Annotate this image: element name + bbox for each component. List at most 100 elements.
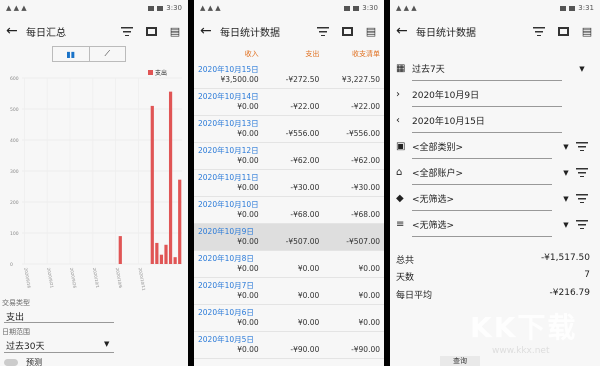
row-date: 2020年10月10日: [198, 200, 259, 209]
chart-type-toggle: ▮▮ ⟋: [52, 46, 126, 62]
row-amounts: ¥0.00 ¥0.00 ¥0.00: [198, 264, 380, 273]
app-bar: ← 每日汇总 ▤: [0, 16, 188, 46]
date-to-underline: [412, 132, 562, 133]
x-tick-label: 2020/9/21: [46, 267, 55, 289]
row-expense: ¥0.00: [297, 291, 320, 300]
status-icons-left: ▲ ▲ ▲: [6, 4, 27, 12]
total-value: -¥1,517.50: [540, 253, 590, 263]
row-income: ¥0.00: [237, 264, 259, 273]
category-select[interactable]: ▣ <全部类别> ▼: [396, 140, 590, 153]
tag-icon: ◆: [396, 193, 404, 204]
print-icon[interactable]: ▤: [168, 24, 182, 38]
list-item[interactable]: 2020年10月5日 ¥0.00 -¥90.00 -¥90.00: [194, 332, 384, 359]
image-icon[interactable]: [144, 24, 158, 38]
row-amounts: ¥0.00 -¥30.00 -¥30.00: [198, 183, 380, 192]
bar-chart-icon[interactable]: ▮▮: [53, 47, 90, 61]
y-tick-label: 0: [10, 262, 13, 268]
forecast-toggle[interactable]: [4, 359, 18, 366]
range-select[interactable]: 过去30天: [6, 339, 44, 352]
bar[interactable]: [159, 254, 164, 264]
bar[interactable]: [173, 257, 177, 264]
filter-icon[interactable]: [574, 194, 590, 203]
bar[interactable]: [164, 244, 168, 264]
row-amounts: ¥0.00 ¥0.00 ¥0.00: [198, 291, 380, 300]
x-tick-label: 2020/10/11: [138, 267, 147, 291]
print-icon[interactable]: ▤: [364, 24, 378, 38]
bar[interactable]: [150, 105, 154, 265]
bar[interactable]: [118, 236, 122, 264]
list-item[interactable]: 2020年10月12日 ¥0.00 -¥62.00 -¥62.00: [194, 143, 384, 170]
list-item[interactable]: 2020年10月15日 ¥3,500.00 -¥272.50 ¥3,227.50: [194, 62, 384, 89]
x-tick-label: 2020/10/1: [92, 267, 101, 289]
chevron-right-icon: ›: [396, 89, 400, 100]
list-item[interactable]: 2020年10月8日 ¥0.00 ¥0.00 ¥0.00: [194, 251, 384, 278]
list-item[interactable]: 2020年10月6日 ¥0.00 ¥0.00 ¥0.00: [194, 305, 384, 332]
y-tick-label: 100: [10, 231, 19, 237]
tag-select[interactable]: ◆ <无筛选> ▼: [396, 192, 590, 205]
row-income: ¥0.00: [237, 210, 259, 219]
status-time: 3:30: [362, 4, 378, 12]
filter-icon[interactable]: [532, 24, 546, 38]
app-bar: ← 每日统计数据 ▤: [390, 16, 600, 46]
daily-expense-chart: 600 500 400 300 200 100 0 2020/9/16 2020/9/21 202…: [10, 72, 186, 297]
filter-icon[interactable]: [120, 24, 134, 38]
image-icon[interactable]: [340, 24, 354, 38]
filter-icon[interactable]: [574, 168, 590, 177]
daily-summary-screen: ▲ ▲ ▲ 3:30 ← 每日汇总 ▤ ▮▮ ⟋ 支出 600 500 400 300…: [0, 0, 188, 366]
account-select[interactable]: ⌂ <全部账户> ▼: [396, 166, 590, 179]
col-expense: 支出: [305, 50, 320, 58]
bar[interactable]: [155, 242, 159, 264]
row-expense: ¥0.00: [297, 264, 320, 273]
col-income: 收入: [244, 50, 259, 58]
status-select[interactable]: ≡ <无筛选> ▼: [396, 218, 590, 231]
page-title: 每日统计数据: [220, 27, 280, 39]
row-income: ¥0.00: [237, 156, 259, 165]
back-arrow-icon[interactable]: ←: [200, 23, 220, 39]
battery-icon: [353, 5, 360, 11]
status-underline: [412, 236, 552, 237]
period-value: 过去7天: [412, 65, 445, 75]
x-tick-label: 2020/9/16: [23, 267, 32, 289]
page-title: 每日汇总: [26, 27, 66, 39]
query-button[interactable]: 查询: [440, 356, 480, 366]
row-expense: -¥90.00: [290, 345, 320, 354]
back-arrow-icon[interactable]: ←: [6, 23, 26, 39]
filter-icon[interactable]: [574, 220, 590, 229]
print-icon[interactable]: ▤: [580, 24, 594, 38]
row-balance: ¥0.00: [358, 318, 381, 327]
account-underline: [412, 184, 552, 185]
list-item[interactable]: 2020年10月11日 ¥0.00 -¥30.00 -¥30.00: [194, 170, 384, 197]
status-icons-left: ▲ ▲ ▲: [200, 4, 221, 12]
line-chart-icon[interactable]: ⟋: [90, 47, 126, 61]
calendar-icon: ▦: [396, 63, 406, 74]
category-value: <全部类别>: [412, 143, 464, 153]
bar[interactable]: [168, 91, 173, 264]
period-select[interactable]: ▦ 过去7天 ▼: [396, 62, 590, 75]
back-arrow-icon[interactable]: ←: [396, 23, 416, 39]
status-time: 3:30: [166, 4, 182, 12]
battery-icon: [569, 5, 576, 11]
list-item[interactable]: 2020年10月7日 ¥0.00 ¥0.00 ¥0.00: [194, 278, 384, 305]
list-item[interactable]: 2020年10月10日 ¥0.00 -¥68.00 -¥68.00: [194, 197, 384, 224]
x-tick-label: 2020/9/26: [69, 267, 78, 289]
status-bar: ▲ ▲ ▲ 3:31: [390, 0, 600, 16]
row-amounts: ¥0.00 -¥68.00 -¥68.00: [198, 210, 380, 219]
row-balance: -¥556.00: [346, 129, 381, 138]
filter-icon[interactable]: [316, 24, 330, 38]
tag-value: <无筛选>: [412, 195, 455, 205]
list-item[interactable]: 2020年10月9日 ¥0.00 -¥507.00 -¥507.00: [194, 224, 384, 251]
bar[interactable]: [178, 179, 182, 264]
row-expense: ¥0.00: [297, 318, 320, 327]
filter-icon[interactable]: [574, 142, 590, 151]
image-icon[interactable]: [556, 24, 570, 38]
row-date: 2020年10月6日: [198, 308, 254, 317]
list-item[interactable]: 2020年10月14日 ¥0.00 -¥22.00 -¥22.00: [194, 89, 384, 116]
list-item[interactable]: 2020年10月13日 ¥0.00 -¥556.00 -¥556.00: [194, 116, 384, 143]
type-label: 交易类型: [2, 299, 30, 307]
wifi-icon: [148, 5, 155, 11]
row-balance: -¥30.00: [351, 183, 381, 192]
date-from-row[interactable]: › 2020年10月9日: [396, 88, 590, 101]
date-to-row[interactable]: ‹ 2020年10月15日: [396, 114, 590, 127]
row-date: 2020年10月7日: [198, 281, 254, 290]
range-label: 日期范围: [2, 328, 30, 336]
